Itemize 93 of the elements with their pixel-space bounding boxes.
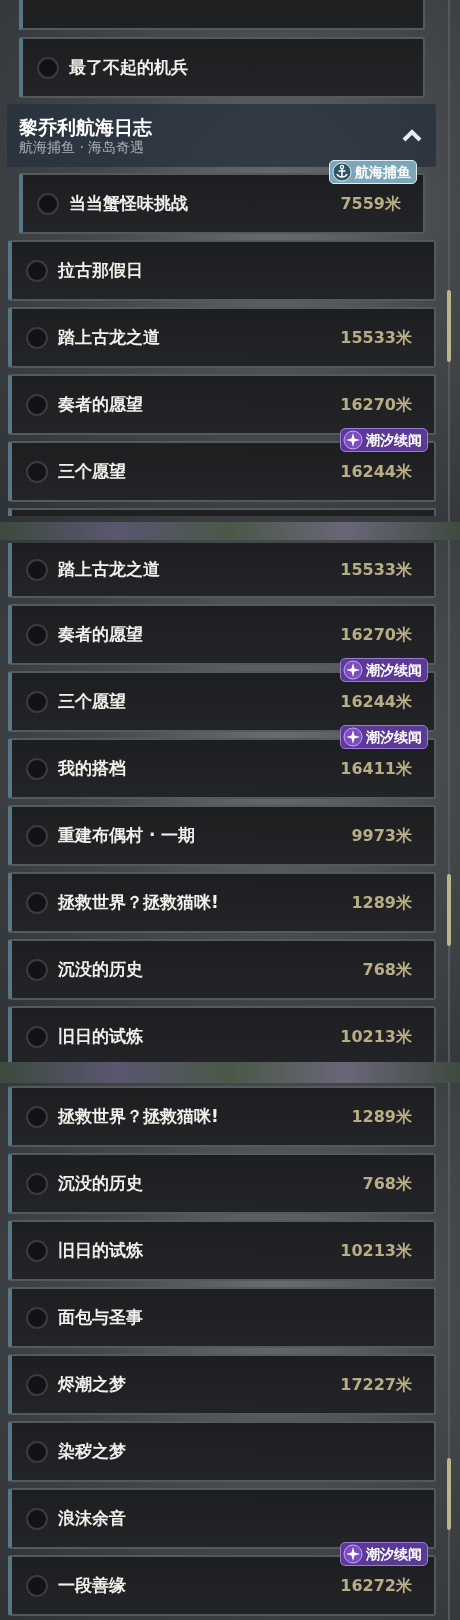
group-subtitle: 航海捕鱼 · 海岛奇遇 <box>19 138 146 156</box>
scrollbar-thumb[interactable] <box>447 874 451 946</box>
radio-button[interactable] <box>37 192 59 215</box>
task-row[interactable]: 最了不起的机兵 <box>19 37 425 98</box>
anchor-icon <box>332 162 352 182</box>
task-name: 奏者的愿望 <box>58 622 143 646</box>
radio-button[interactable] <box>26 460 48 483</box>
distance-label: 10213米 <box>340 1239 412 1262</box>
sparkle-icon <box>343 727 363 747</box>
task-name: 当当蟹怪味挑战 <box>69 191 188 215</box>
task-name: 浪沫余音 <box>58 1506 126 1530</box>
category-tag: 航海捕鱼 <box>329 160 417 184</box>
task-name: 奏者的愿望 <box>58 392 143 416</box>
radio-button[interactable] <box>26 1105 48 1128</box>
scrollbar-thumb[interactable] <box>447 1458 451 1530</box>
radio-button[interactable] <box>26 1440 48 1463</box>
distance-label: 15533米 <box>340 326 412 349</box>
task-row[interactable]: 沉没的历史 768米 <box>8 1153 436 1214</box>
distance-label: 16244米 <box>340 460 412 483</box>
distance-label: 16244米 <box>340 690 412 713</box>
task-name: 踏上古龙之道 <box>58 557 160 581</box>
task-row[interactable]: 拯救世界？拯救猫咪! 1289米 <box>8 1086 436 1147</box>
category-tag: 潮汐续闻 <box>340 1542 428 1566</box>
task-name: 最了不起的机兵 <box>69 55 188 79</box>
chevron-up-icon[interactable] <box>402 128 422 143</box>
task-name: 旧日的试炼 <box>58 1024 143 1048</box>
distance-label: 16272米 <box>340 1574 412 1597</box>
sparkle-icon <box>343 660 363 680</box>
radio-button[interactable] <box>26 326 48 349</box>
distance-label: 16270米 <box>340 623 412 646</box>
scrollbar-thumb[interactable] <box>447 290 451 362</box>
category-tag: 潮汐续闻 <box>340 428 428 452</box>
task-name: 染秽之梦 <box>58 1439 126 1463</box>
task-name: 沉没的历史 <box>58 1171 143 1195</box>
category-tag: 潮汐续闻 <box>340 658 428 682</box>
radio-button[interactable] <box>26 259 48 282</box>
task-row[interactable]: 烬潮之梦 17227米 <box>8 1354 436 1415</box>
category-tag: 潮汐续闻 <box>340 725 428 749</box>
group-title: 黎乔利航海日志 <box>19 115 152 139</box>
task-name: 拉古那假日 <box>58 258 143 282</box>
distance-label: 16270米 <box>340 393 412 416</box>
task-name: 烬潮之梦 <box>58 1372 126 1396</box>
task-name: 拯救世界？拯救猫咪! <box>58 890 219 914</box>
task-name: 旧日的试炼 <box>58 1238 143 1262</box>
radio-button[interactable] <box>26 558 48 581</box>
task-row[interactable] <box>19 0 425 30</box>
task-name: 沉没的历史 <box>58 957 143 981</box>
task-name: 拯救世界？拯救猫咪! <box>58 1104 219 1128</box>
radio-button[interactable] <box>26 1507 48 1530</box>
radio-button[interactable] <box>26 1373 48 1396</box>
distance-label: 1289米 <box>351 1105 412 1128</box>
task-row[interactable]: 重建布偶村 · 一期 9973米 <box>8 805 436 866</box>
radio-button[interactable] <box>26 824 48 847</box>
distance-label: 17227米 <box>340 1373 412 1396</box>
sparkle-icon <box>343 430 363 450</box>
distance-label: 768米 <box>362 958 412 981</box>
task-row[interactable]: 面包与圣事 <box>8 1287 436 1348</box>
task-name: 三个愿望 <box>58 689 126 713</box>
distance-label: 9973米 <box>351 824 412 847</box>
task-row[interactable]: 染秽之梦 <box>8 1421 436 1482</box>
radio-button[interactable] <box>26 1172 48 1195</box>
distance-label: 15533米 <box>340 558 412 581</box>
radio-button[interactable] <box>26 891 48 914</box>
radio-button[interactable] <box>26 1574 48 1597</box>
radio-button[interactable] <box>37 56 59 79</box>
task-name: 我的搭档 <box>58 756 126 780</box>
task-row[interactable]: 踏上古龙之道 15533米 <box>8 543 436 598</box>
radio-button[interactable] <box>26 1306 48 1329</box>
radio-button[interactable] <box>26 757 48 780</box>
task-row[interactable] <box>8 508 436 516</box>
task-name: 重建布偶村 · 一期 <box>58 823 196 847</box>
task-row[interactable]: 沉没的历史 768米 <box>8 939 436 1000</box>
distance-label: 1289米 <box>351 891 412 914</box>
distance-label: 768米 <box>362 1172 412 1195</box>
task-name: 一段善缘 <box>58 1573 126 1597</box>
radio-button[interactable] <box>26 393 48 416</box>
radio-button[interactable] <box>26 690 48 713</box>
task-name: 踏上古龙之道 <box>58 325 160 349</box>
radio-button[interactable] <box>26 1239 48 1262</box>
distance-label: 10213米 <box>340 1025 412 1048</box>
task-row[interactable]: 踏上古龙之道 15533米 <box>8 307 436 368</box>
task-name: 三个愿望 <box>58 459 126 483</box>
sparkle-icon <box>343 1544 363 1564</box>
task-name: 面包与圣事 <box>58 1305 143 1329</box>
radio-button[interactable] <box>26 1025 48 1048</box>
task-row[interactable]: 旧日的试炼 10213米 <box>8 1220 436 1281</box>
radio-button[interactable] <box>26 623 48 646</box>
distance-label: 7559米 <box>340 192 401 215</box>
task-row[interactable]: 旧日的试炼 10213米 <box>8 1006 436 1062</box>
distance-label: 16411米 <box>340 757 412 780</box>
task-row[interactable]: 拯救世界？拯救猫咪! 1289米 <box>8 872 436 933</box>
task-row[interactable]: 拉古那假日 <box>8 240 436 301</box>
radio-button[interactable] <box>26 958 48 981</box>
